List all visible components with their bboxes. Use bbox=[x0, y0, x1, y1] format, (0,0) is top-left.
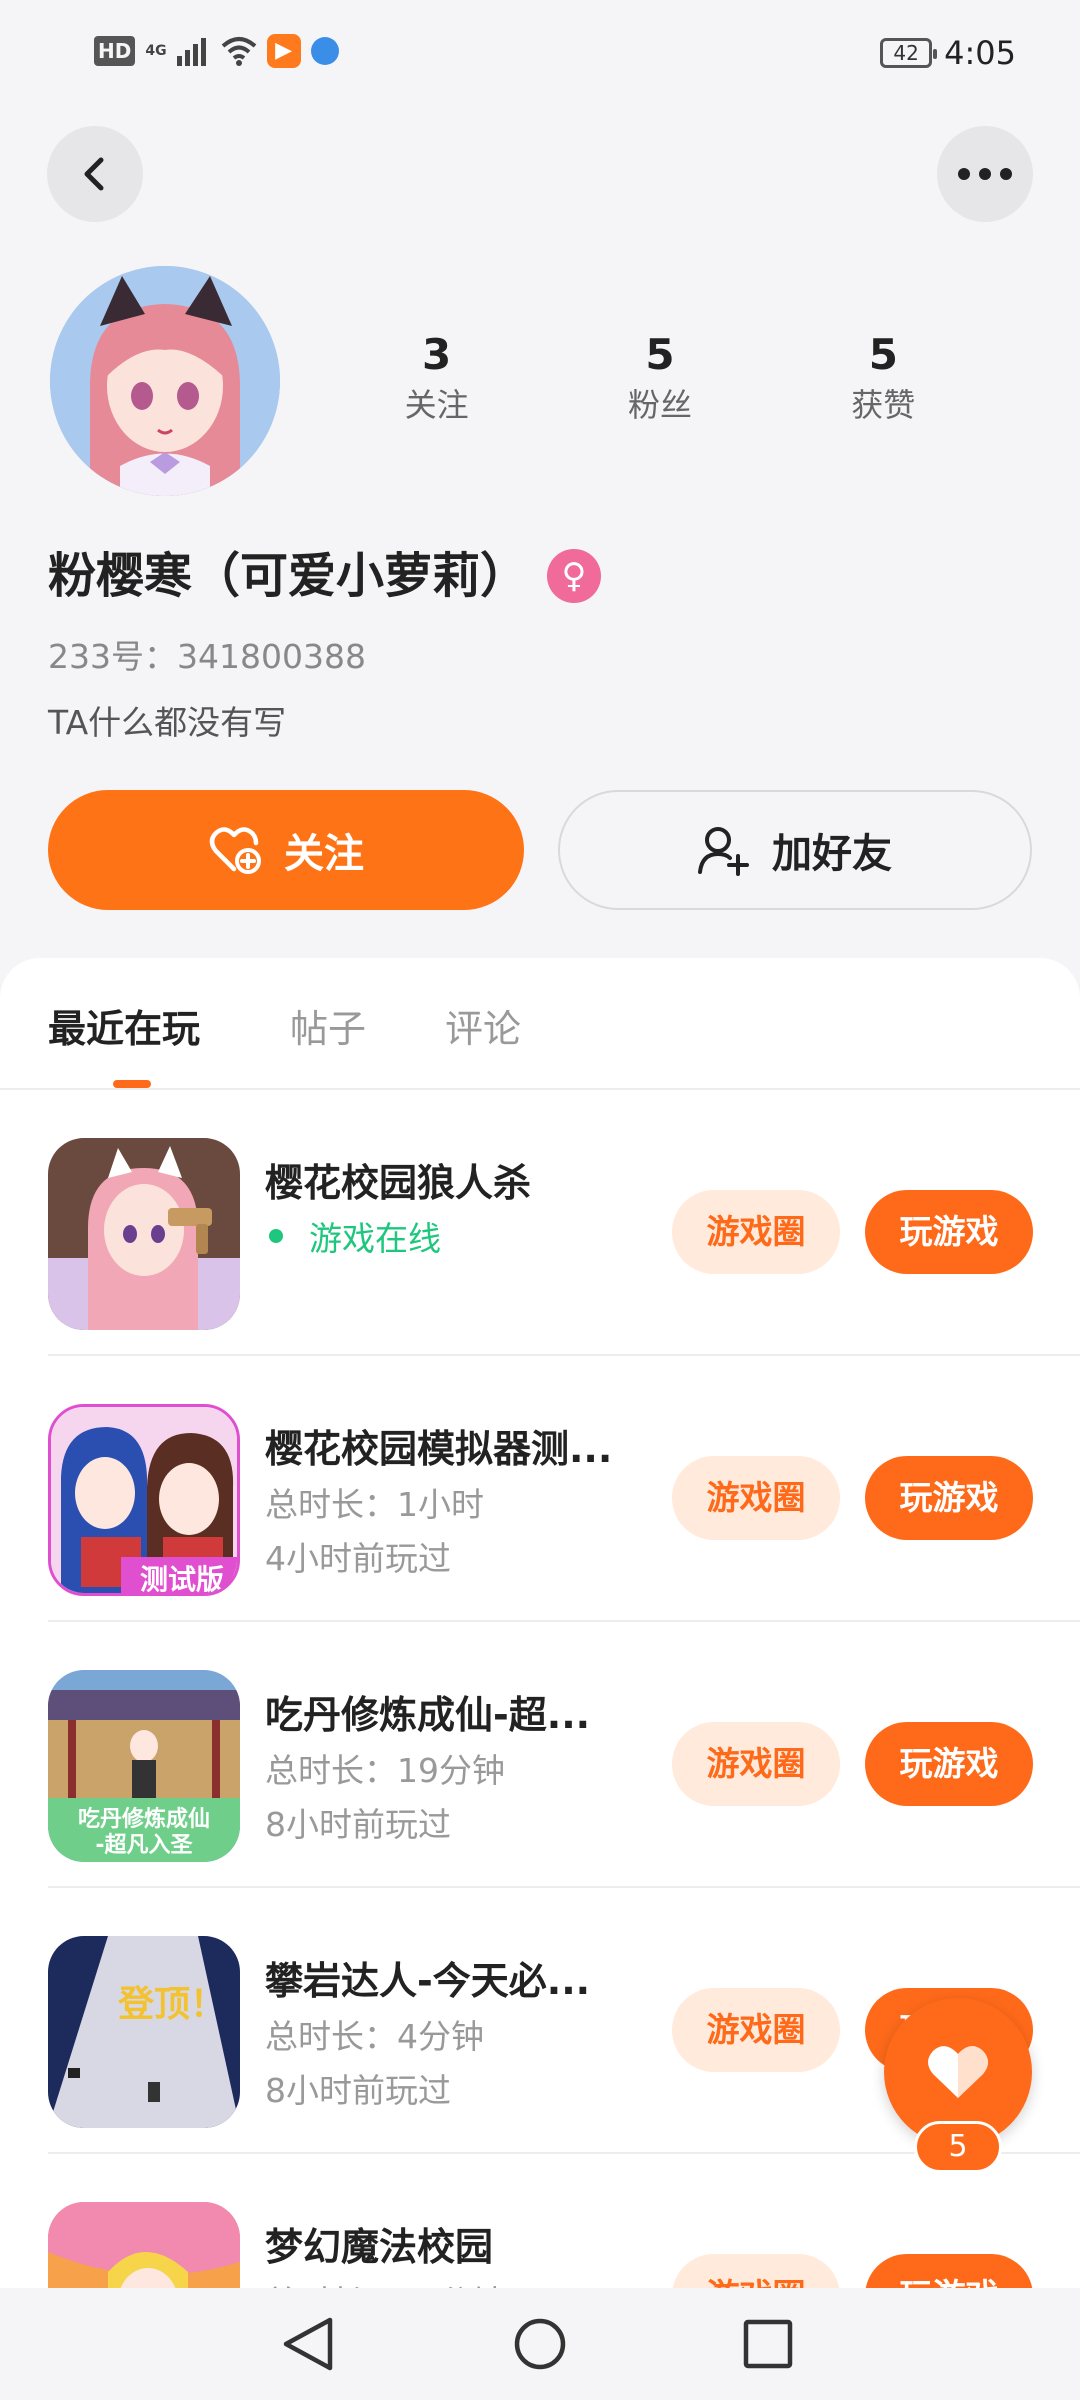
hd-badge: HD bbox=[94, 36, 136, 66]
game-title: 攀岩达人-今天必... bbox=[265, 1959, 591, 2003]
game-icon[interactable]: 测试版 bbox=[48, 1404, 240, 1596]
circle-home-icon bbox=[514, 2318, 566, 2370]
game-last-played: 8小时前玩过 bbox=[265, 2071, 451, 2110]
game-title: 吃丹修炼成仙-超... bbox=[265, 1693, 591, 1737]
follow-button[interactable]: 关注 bbox=[48, 790, 524, 910]
more-dots-icon bbox=[958, 168, 1012, 180]
game-circle-button[interactable]: 游戏圈 bbox=[672, 1988, 840, 2072]
online-status-text: 游戏在线 bbox=[309, 1219, 441, 1258]
game-circle-button[interactable]: 游戏圈 bbox=[672, 1190, 840, 1274]
online-dot-icon bbox=[269, 1229, 283, 1243]
follow-label: 关注 bbox=[284, 831, 364, 877]
system-navigation-bar bbox=[0, 2288, 1080, 2400]
game-playtime: 总时长：4分钟 bbox=[265, 2017, 484, 2056]
square-recents-icon bbox=[743, 2319, 793, 2369]
add-friend-label: 加好友 bbox=[772, 831, 892, 877]
app-notification-icon: ▶ bbox=[266, 34, 301, 68]
user-bio: TA什么都没有写 bbox=[48, 703, 287, 742]
game-row[interactable]: 吃丹修炼成仙 -超凡入圣 吃丹修炼成仙-超... 总时长：19分钟 8小时前玩过… bbox=[0, 1622, 1080, 1888]
user-id: 233号：341800388 bbox=[48, 637, 366, 676]
nav-recents-button[interactable] bbox=[732, 2308, 804, 2380]
likes-count: 5 bbox=[868, 330, 898, 379]
more-button[interactable] bbox=[937, 126, 1033, 222]
game-row[interactable]: 樱花校园狼人杀 游戏在线 游戏圈 玩游戏 bbox=[0, 1090, 1080, 1356]
game-last-played: 8小时前玩过 bbox=[265, 1805, 451, 1844]
add-friend-button[interactable]: 加好友 bbox=[558, 790, 1032, 910]
game-icon-caption: 登顶！ bbox=[117, 1984, 226, 2025]
stat-likes[interactable]: 5 获赞 bbox=[783, 325, 983, 425]
browser-notification-icon bbox=[310, 37, 339, 65]
game-playtime: 总时长：1小时 bbox=[265, 1485, 484, 1524]
back-button[interactable] bbox=[47, 126, 143, 222]
status-bar: HD 4G ▶ 42 4:05 bbox=[0, 0, 1080, 110]
play-game-button[interactable]: 玩游戏 bbox=[865, 1190, 1033, 1274]
game-icon-art bbox=[48, 2202, 240, 2288]
game-icon[interactable] bbox=[48, 1138, 240, 1330]
network-type: 4G bbox=[145, 43, 167, 59]
following-label: 关注 bbox=[404, 386, 469, 424]
game-last-played: 4小时前玩过 bbox=[265, 1539, 451, 1578]
game-circle-button[interactable]: 游戏圈 bbox=[672, 1722, 840, 1806]
play-game-button[interactable]: 玩游戏 bbox=[865, 2254, 1033, 2288]
add-user-icon bbox=[698, 827, 749, 876]
fans-label: 粉丝 bbox=[627, 386, 692, 424]
tab-comments[interactable]: 评论 bbox=[445, 998, 521, 1053]
likes-label: 获赞 bbox=[851, 386, 916, 424]
female-gender-icon: ♀ bbox=[547, 549, 601, 603]
game-icon-caption: 测试版 bbox=[140, 1563, 224, 1596]
chevron-left-icon bbox=[84, 157, 104, 191]
status-right: 42 4:05 bbox=[880, 34, 1016, 72]
avatar-image bbox=[50, 266, 280, 496]
game-icon[interactable]: 吃丹修炼成仙 -超凡入圣 bbox=[48, 1670, 240, 1862]
battery-icon: 42 bbox=[880, 38, 938, 68]
play-game-button[interactable]: 玩游戏 bbox=[865, 1456, 1033, 1540]
game-title: 梦幻魔法校园 bbox=[265, 2225, 494, 2269]
game-playtime: 总时长：22分钟 bbox=[265, 2276, 505, 2288]
game-icon-art: 吃丹修炼成仙 -超凡入圣 bbox=[48, 1670, 240, 1862]
game-title: 樱花校园模拟器测... bbox=[265, 1427, 613, 1471]
profile-stats: 3 关注 5 粉丝 5 获赞 bbox=[325, 325, 995, 425]
like-count-badge: 5 bbox=[914, 2121, 1002, 2173]
heart-plus-icon bbox=[209, 827, 261, 874]
game-circle-button[interactable]: 游戏圈 bbox=[672, 1456, 840, 1540]
game-icon[interactable]: 登顶！ bbox=[48, 1936, 240, 2128]
tab-recently-played[interactable]: 最近在玩 bbox=[48, 998, 200, 1053]
triangle-back-icon bbox=[283, 2317, 333, 2371]
game-icon-caption: -超凡入圣 bbox=[95, 1833, 193, 1858]
game-icon-art: 登顶！ bbox=[48, 1936, 240, 2128]
clock: 4:05 bbox=[944, 34, 1016, 72]
heart-icon bbox=[928, 2046, 988, 2098]
tab-bar: 最近在玩 帖子 评论 bbox=[0, 958, 1080, 1090]
following-count: 3 bbox=[422, 330, 452, 379]
stat-following[interactable]: 3 关注 bbox=[337, 325, 537, 425]
stat-fans[interactable]: 5 粉丝 bbox=[560, 325, 760, 425]
game-icon-caption: 吃丹修炼成仙 bbox=[78, 1806, 210, 1832]
game-row[interactable]: 测试版 樱花校园模拟器测... 总时长：1小时 4小时前玩过 游戏圈 玩游戏 bbox=[0, 1356, 1080, 1622]
game-icon-art bbox=[48, 1138, 240, 1330]
nav-home-button[interactable] bbox=[504, 2308, 576, 2380]
game-row[interactable]: 梦幻魔法校园 总时长：22分钟 游戏圈 玩游戏 bbox=[0, 2154, 1080, 2288]
game-circle-button[interactable]: 游戏圈 bbox=[672, 2254, 840, 2288]
wifi-icon bbox=[221, 37, 256, 66]
tab-indicator bbox=[113, 1080, 151, 1088]
user-name: 粉樱寒（可爱小萝莉） bbox=[48, 548, 529, 604]
game-icon-art: 测试版 bbox=[51, 1407, 237, 1596]
signal-icon bbox=[176, 38, 206, 66]
avatar[interactable] bbox=[50, 266, 280, 496]
tab-posts[interactable]: 帖子 bbox=[290, 998, 366, 1053]
game-icon[interactable] bbox=[48, 2202, 240, 2288]
game-playtime: 总时长：19分钟 bbox=[265, 1751, 505, 1790]
fans-count: 5 bbox=[645, 330, 675, 379]
nav-back-button[interactable] bbox=[272, 2308, 344, 2380]
online-status: 游戏在线 bbox=[265, 1212, 441, 1260]
play-game-button[interactable]: 玩游戏 bbox=[865, 1722, 1033, 1806]
status-left: HD 4G ▶ bbox=[94, 34, 339, 68]
game-title: 樱花校园狼人杀 bbox=[265, 1161, 532, 1205]
